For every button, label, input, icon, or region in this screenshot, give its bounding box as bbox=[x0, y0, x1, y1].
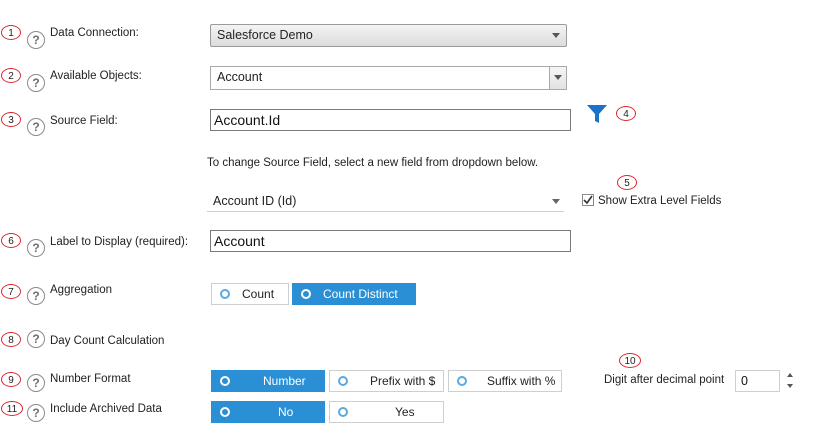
available-objects-value: Account bbox=[217, 70, 263, 84]
radio-icon bbox=[457, 376, 467, 386]
spinner-down-icon[interactable] bbox=[787, 384, 793, 388]
help-icon[interactable]: ? bbox=[27, 287, 45, 305]
step-marker-5: 5 bbox=[617, 175, 637, 190]
data-connection-select[interactable]: Salesforce Demo bbox=[210, 24, 567, 47]
chevron-down-icon bbox=[554, 75, 562, 80]
show-extra-checkbox[interactable] bbox=[582, 194, 594, 206]
field-dropdown-value: Account ID (Id) bbox=[213, 194, 297, 208]
aggregation-option-count-distinct[interactable]: Count Distinct bbox=[292, 283, 416, 305]
archived-option-no[interactable]: No bbox=[211, 401, 325, 423]
help-icon[interactable]: ? bbox=[27, 239, 45, 257]
step-marker-9: 9 bbox=[1, 372, 21, 387]
step-marker-10: 10 bbox=[619, 353, 641, 368]
available-objects-label: Available Objects: bbox=[50, 70, 142, 82]
step-marker-8: 8 bbox=[1, 332, 21, 347]
label-display-input[interactable]: Account bbox=[210, 230, 571, 252]
available-objects-select[interactable]: Account bbox=[210, 66, 567, 90]
label-to-display-label: Label to Display (required): bbox=[50, 236, 189, 248]
step-marker-11: 11 bbox=[1, 401, 23, 416]
step-marker-3: 3 bbox=[1, 112, 21, 127]
radio-icon bbox=[220, 376, 230, 386]
archived-option-yes[interactable]: Yes bbox=[329, 401, 444, 423]
help-icon[interactable]: ? bbox=[27, 330, 45, 348]
show-extra-label[interactable]: Show Extra Level Fields bbox=[598, 195, 721, 207]
help-icon[interactable]: ? bbox=[27, 118, 45, 136]
radio-icon bbox=[338, 376, 348, 386]
field-dropdown[interactable]: Account ID (Id) bbox=[207, 190, 564, 212]
help-icon[interactable]: ? bbox=[27, 374, 45, 392]
include-archived-label: Include Archived Data bbox=[50, 403, 162, 415]
chevron-down-icon bbox=[552, 199, 560, 204]
chevron-down-icon bbox=[552, 33, 560, 38]
radio-icon bbox=[220, 407, 230, 417]
step-marker-6: 6 bbox=[1, 233, 21, 248]
number-format-option-suffix[interactable]: Suffix with % bbox=[448, 370, 562, 392]
step-marker-7: 7 bbox=[1, 284, 21, 299]
source-field-label: Source Field: bbox=[50, 115, 118, 127]
digits-label: Digit after decimal point bbox=[604, 374, 725, 386]
help-icon[interactable]: ? bbox=[27, 31, 45, 49]
day-count-label: Day Count Calculation bbox=[50, 335, 165, 347]
digits-input[interactable]: 0 bbox=[735, 370, 780, 392]
help-icon[interactable]: ? bbox=[27, 74, 45, 92]
step-marker-2: 2 bbox=[1, 68, 21, 83]
step-marker-1: 1 bbox=[1, 25, 21, 40]
funnel-filter-icon[interactable] bbox=[586, 103, 608, 125]
number-format-label: Number Format bbox=[50, 373, 131, 385]
help-icon[interactable]: ? bbox=[27, 404, 45, 422]
radio-icon bbox=[220, 289, 230, 299]
number-format-option-number[interactable]: Number bbox=[211, 370, 325, 392]
checkmark-icon bbox=[583, 195, 593, 205]
number-format-option-prefix[interactable]: Prefix with $ bbox=[329, 370, 444, 392]
source-field-hint: To change Source Field, select a new fie… bbox=[207, 157, 539, 169]
data-connection-value: Salesforce Demo bbox=[217, 28, 313, 42]
spinner-up-icon[interactable] bbox=[787, 373, 793, 377]
aggregation-option-count[interactable]: Count bbox=[211, 283, 289, 305]
radio-icon bbox=[301, 289, 311, 299]
data-connection-label: Data Connection: bbox=[50, 27, 139, 39]
dropdown-button[interactable] bbox=[549, 67, 566, 89]
aggregation-label: Aggregation bbox=[50, 284, 113, 296]
source-field-input[interactable]: Account.Id bbox=[210, 109, 571, 131]
radio-icon bbox=[338, 407, 348, 417]
step-marker-4: 4 bbox=[616, 106, 636, 121]
